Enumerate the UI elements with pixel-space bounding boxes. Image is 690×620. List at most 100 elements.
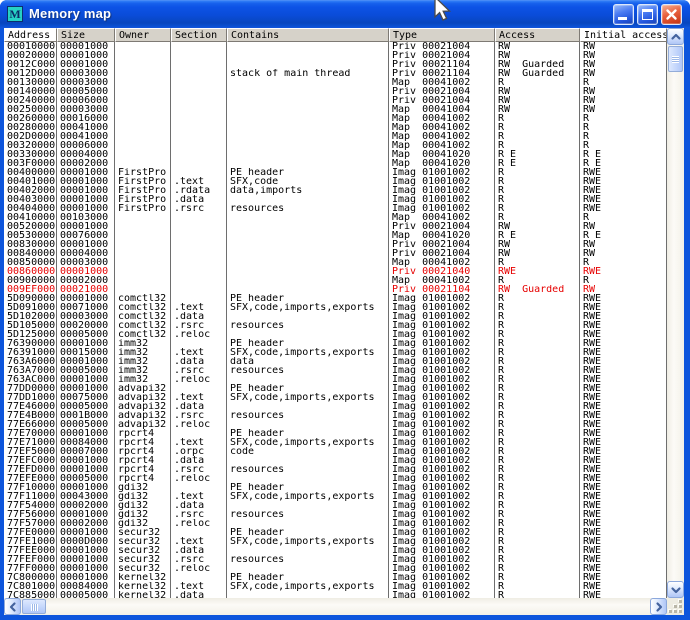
scroll-down-button[interactable] xyxy=(667,581,684,598)
table-row[interactable]: 7C88500000005000kernel32.dataImag 010010… xyxy=(4,591,667,598)
table-row[interactable]: 763AC00000001000imm32.relocImag 01001002… xyxy=(4,375,667,384)
column-header-size[interactable]: Size xyxy=(57,28,115,42)
table-row[interactable]: 77FF000000001000secur32.relocImag 010010… xyxy=(4,564,667,573)
cell-type: Map 00041002 xyxy=(389,141,495,150)
table-row[interactable]: 77F5700000002000gdi32.relocImag 01001002… xyxy=(4,519,667,528)
table-row[interactable]: 5D12500000005000comctl32.relocImag 01001… xyxy=(4,330,667,339)
table-row[interactable]: 77FEF00000001000secur32.rsrcresourcesIma… xyxy=(4,555,667,564)
minimize-icon xyxy=(618,17,627,20)
table-row[interactable]: 77E7100000084000rpcrt4.textSFX,code,impo… xyxy=(4,438,667,447)
table-row[interactable]: 0012C00000001000Priv 00021104RW GuardedR… xyxy=(4,60,667,69)
cell-address: 002D0000 xyxy=(4,132,57,141)
vertical-scroll-thumb[interactable] xyxy=(668,46,683,72)
table-row[interactable]: 0001000000001000Priv 00021004RWRW xyxy=(4,42,667,51)
table-row[interactable]: 002D000000041000Map 00041002RR xyxy=(4,132,667,141)
scroll-up-button[interactable] xyxy=(667,28,684,45)
table-row[interactable]: 0053000000076000Map 00041020R ER E xyxy=(4,231,667,240)
cell-address: 5D090000 xyxy=(4,294,57,303)
table-row[interactable]: 0040400000001000FirstPro.rsrcresourcesIm… xyxy=(4,204,667,213)
table-row[interactable]: 77F5600000001000gdi32.rsrcresourcesImag … xyxy=(4,510,667,519)
table-row[interactable]: 0028000000041000Map 00041002RR xyxy=(4,123,667,132)
column-header-initial-access[interactable]: Initial access xyxy=(580,28,667,42)
table-row[interactable]: 0032000000006000Map 00041002RR xyxy=(4,141,667,150)
title-bar[interactable]: M Memory map xyxy=(0,0,690,28)
table-row[interactable]: 77EF500000007000rpcrt4.orpccodeImag 0100… xyxy=(4,447,667,456)
table-row[interactable]: 0086000000001000Priv 00021040RWERWE xyxy=(4,267,667,276)
table-row[interactable]: 77EFC00000001000rpcrt4.dataImag 01001002… xyxy=(4,456,667,465)
table-row[interactable]: 77DD100000075000advapi32.textSFX,code,im… xyxy=(4,393,667,402)
table-row[interactable]: 77F1000000001000gdi32PE headerImag 01001… xyxy=(4,483,667,492)
cell-type: Imag 01001002 xyxy=(389,591,495,598)
table-row[interactable]: 77E6600000005000advapi32.relocImag 01001… xyxy=(4,420,667,429)
table-row[interactable]: 0040200000001000FirstPro.rdatadata,impor… xyxy=(4,186,667,195)
maximize-button[interactable] xyxy=(637,4,658,25)
table-row[interactable]: 0052000000001000Priv 00021004RWRW xyxy=(4,222,667,231)
cell-access: RW xyxy=(495,87,580,96)
table-row[interactable]: 77F1100000043000gdi32.textSFX,code,impor… xyxy=(4,492,667,501)
cell-address: 77FF0000 xyxy=(4,564,57,573)
column-header-address[interactable]: Address xyxy=(4,28,57,42)
column-header-owner[interactable]: Owner xyxy=(115,28,171,42)
table-row[interactable]: 7639000000001000imm32PE headerImag 01001… xyxy=(4,339,667,348)
table-row[interactable]: 77E4600000005000advapi32.dataImag 010010… xyxy=(4,402,667,411)
table-row[interactable]: 7639100000015000imm32.textSFX,code,impor… xyxy=(4,348,667,357)
table-row[interactable]: 0085000000003000Map 00041002RR xyxy=(4,258,667,267)
cell-access: R xyxy=(495,546,580,555)
cell-type: Imag 01001002 xyxy=(389,555,495,564)
table-row[interactable]: 0002000000001000Priv 00021004RWRW xyxy=(4,51,667,60)
cell-contains: data xyxy=(227,357,389,366)
horizontal-scrollbar[interactable] xyxy=(4,598,667,615)
table-row[interactable]: 0083000000001000Priv 00021004RWRW xyxy=(4,240,667,249)
table-row[interactable]: 0024000000006000Priv 00021004RWRW xyxy=(4,96,667,105)
table-row[interactable]: 0014000000005000Priv 00021004RWRW xyxy=(4,87,667,96)
resize-grip[interactable] xyxy=(667,598,684,615)
table-row[interactable]: 0084000000004000Priv 00021004RWRW xyxy=(4,249,667,258)
table-row[interactable]: 0012D00000003000stack of main threadPriv… xyxy=(4,69,667,78)
column-header-access[interactable]: Access xyxy=(495,28,580,42)
scroll-left-button[interactable] xyxy=(4,598,21,615)
cell-type: Priv 00021004 xyxy=(389,42,495,51)
table-row[interactable]: 0033000000004000Map 00041020R ER E xyxy=(4,150,667,159)
scroll-right-button[interactable] xyxy=(650,598,667,615)
table-row[interactable]: 77DD000000001000advapi32PE headerImag 01… xyxy=(4,384,667,393)
table-row[interactable]: 5D09100000071000comctl32.textSFX,code,im… xyxy=(4,303,667,312)
table-row[interactable]: 7C80000000001000kernel32PE headerImag 01… xyxy=(4,573,667,582)
table-row[interactable]: 77EFD00000001000rpcrt4.rsrcresourcesImag… xyxy=(4,465,667,474)
table-row[interactable]: 0040100000001000FirstPro.textSFX,codeIma… xyxy=(4,177,667,186)
table-row[interactable]: 77FE10000000D000secur32.textSFX,code,imp… xyxy=(4,537,667,546)
cell-size: 00016000 xyxy=(57,114,115,123)
close-button[interactable] xyxy=(661,4,682,25)
table-row[interactable]: 7C80100000084000kernel32.textSFX,code,im… xyxy=(4,582,667,591)
cell-section xyxy=(171,528,227,537)
column-header-section[interactable]: Section xyxy=(171,28,227,42)
table-row[interactable]: 77FE000000001000secur32PE headerImag 010… xyxy=(4,528,667,537)
table-row[interactable]: 77EFE00000005000rpcrt4.relocImag 0100100… xyxy=(4,474,667,483)
table-row[interactable]: 0041000000103000Map 00041002RR xyxy=(4,213,667,222)
cell-section: .text xyxy=(171,393,227,402)
table-row[interactable]: 009EF00000021000Priv 00021104RW GuardedR… xyxy=(4,285,667,294)
column-header-type[interactable]: Type xyxy=(389,28,495,42)
table-row[interactable]: 003F000000002000Map 00041020R ER E xyxy=(4,159,667,168)
minimize-button[interactable] xyxy=(613,4,634,25)
cell-address: 77EFD000 xyxy=(4,465,57,474)
column-header-contains[interactable]: Contains xyxy=(227,28,389,42)
table-row[interactable]: 0090000000002000Map 00041002RR xyxy=(4,276,667,285)
table-row[interactable]: 77E7000000001000rpcrt4PE headerImag 0100… xyxy=(4,429,667,438)
table-row[interactable]: 0040000000001000FirstProPE headerImag 01… xyxy=(4,168,667,177)
table-row[interactable]: 0026000000016000Map 00041002RR xyxy=(4,114,667,123)
table-row[interactable]: 5D10500000020000comctl32.rsrcresourcesIm… xyxy=(4,321,667,330)
table-row[interactable]: 77E4B0000001B000advapi32.rsrcresourcesIm… xyxy=(4,411,667,420)
table-row[interactable]: 77FEE00000001000secur32.dataImag 0100100… xyxy=(4,546,667,555)
table-row[interactable]: 5D09000000001000comctl32PE headerImag 01… xyxy=(4,294,667,303)
table-row[interactable]: 0013000000003000Map 00041002RR xyxy=(4,78,667,87)
table-row[interactable]: 763A700000005000imm32.rsrcresourcesImag … xyxy=(4,366,667,375)
cell-size: 00001000 xyxy=(57,456,115,465)
cell-size: 00003000 xyxy=(57,69,115,78)
horizontal-scroll-thumb[interactable] xyxy=(22,599,46,614)
table-row[interactable]: 5D10200000003000comctl32.dataImag 010010… xyxy=(4,312,667,321)
table-row[interactable]: 0040300000001000FirstPro.dataImag 010010… xyxy=(4,195,667,204)
vertical-scrollbar[interactable] xyxy=(667,28,684,598)
table-row[interactable]: 0025000000003000Map 00041004RWRW xyxy=(4,105,667,114)
table-row[interactable]: 77F5400000002000gdi32.dataImag 01001002R… xyxy=(4,501,667,510)
table-row[interactable]: 763A600000001000imm32.datadataImag 01001… xyxy=(4,357,667,366)
